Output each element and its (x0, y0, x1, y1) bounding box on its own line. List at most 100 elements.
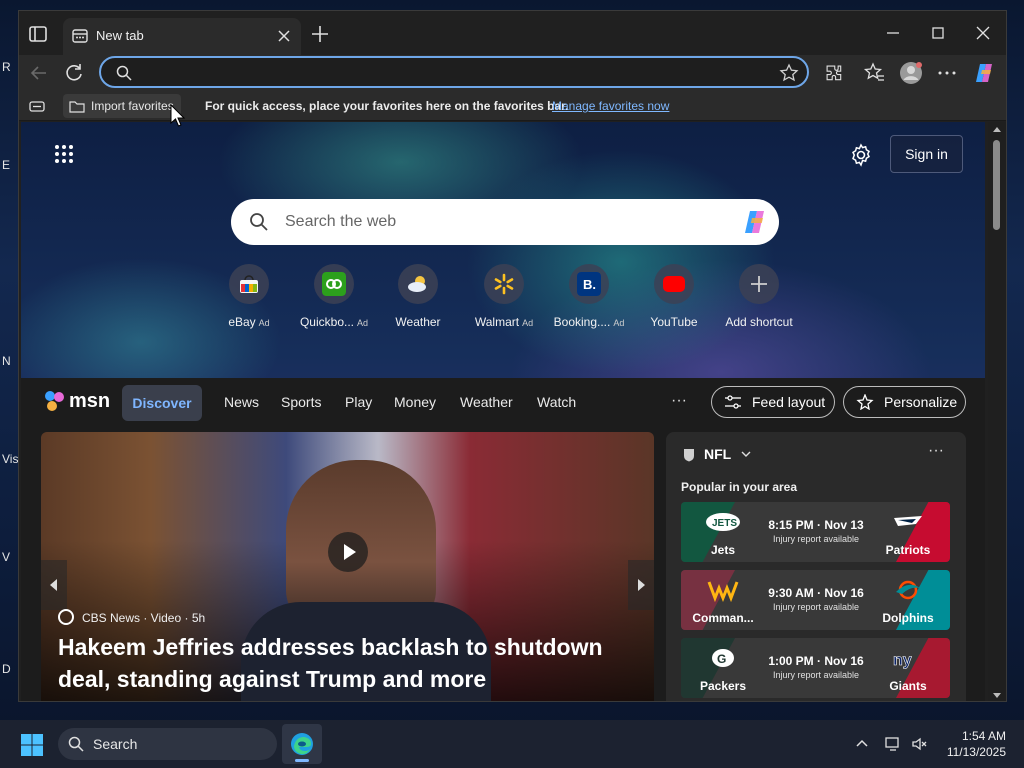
app-launcher-grid-icon[interactable] (53, 143, 75, 165)
feed-layout-button[interactable]: Feed layout (711, 386, 835, 418)
msn-logo[interactable]: msn (43, 387, 113, 415)
shortcut-quickbooks[interactable]: Quickbo... Ad (289, 262, 379, 332)
back-arrow-icon[interactable] (27, 61, 51, 85)
mouse-pointer-icon (170, 104, 186, 127)
game-time: 8:15 PM · Nov 13 (768, 518, 864, 532)
nfl-title[interactable]: NFL (704, 446, 731, 462)
scroll-up-icon[interactable] (992, 125, 1002, 133)
hero-news-card[interactable]: CBS News · Video · 5h Hakeem Jeffries ad… (41, 432, 654, 701)
team-name-left: Comman... (692, 611, 754, 625)
address-bar[interactable] (99, 56, 809, 88)
web-search-box[interactable] (231, 199, 779, 245)
web-search-input[interactable] (285, 211, 705, 233)
taskbar: Search 1:54 AM 11/13/2025 (0, 720, 1024, 768)
ad-badge: Ad (613, 318, 625, 328)
tab-new-tab[interactable]: New tab (63, 18, 301, 55)
tab-sports[interactable]: Sports (281, 394, 321, 410)
giants-logo-icon: ny (893, 652, 912, 670)
weather-icon (408, 276, 426, 292)
scrollbar-thumb[interactable] (993, 140, 1000, 230)
close-tab-icon[interactable] (275, 27, 293, 45)
minimize-icon[interactable] (881, 21, 905, 45)
more-options-icon[interactable] (935, 61, 959, 85)
chevron-down-icon[interactable] (740, 448, 752, 460)
shortcut-label-row: Add shortcut (714, 315, 804, 329)
tab-money[interactable]: Money (394, 394, 436, 410)
favorites-icon[interactable] (863, 61, 887, 85)
desktop-label: E (2, 158, 11, 172)
news-headline[interactable]: Hakeem Jeffries addresses backlash to sh… (58, 631, 628, 695)
windows-start-icon[interactable] (20, 733, 44, 757)
tab-discover[interactable]: Discover (122, 385, 202, 421)
system-clock[interactable]: 1:54 AM 11/13/2025 (947, 728, 1006, 760)
tab-actions-icon[interactable] (27, 23, 49, 45)
shortcut-label: YouTube (650, 315, 698, 329)
play-video-icon[interactable] (328, 532, 368, 572)
copilot-icon[interactable] (972, 61, 996, 85)
nfl-shield-icon (684, 449, 694, 462)
new-tab-plus-icon[interactable] (309, 23, 331, 45)
nfl-more-button[interactable]: ··· (928, 442, 944, 460)
scroll-down-icon[interactable] (992, 692, 1002, 700)
svg-text:ny: ny (893, 652, 912, 669)
booking-icon: B. (577, 272, 601, 296)
network-display-icon[interactable] (885, 736, 901, 752)
extensions-icon[interactable] (822, 61, 846, 85)
tab-watch[interactable]: Watch (537, 394, 576, 410)
page-scrollbar[interactable] (988, 122, 1006, 701)
shortcut-weather[interactable]: Weather (373, 262, 463, 332)
manage-favorites-link[interactable]: Manage favorites now (552, 99, 669, 113)
commanders-logo-icon (707, 581, 739, 602)
close-window-icon[interactable] (971, 21, 995, 45)
nfl-game-card[interactable]: JETS 8:15 PM · Nov 13 Injury report avai… (681, 502, 950, 562)
carousel-prev-icon[interactable] (41, 560, 67, 610)
address-input[interactable] (145, 62, 745, 82)
add-shortcut-button[interactable]: Add shortcut (714, 262, 804, 332)
profile-avatar-icon[interactable] (899, 61, 923, 85)
settings-gear-icon[interactable] (849, 143, 873, 167)
shortcut-label-row: Walmart Ad (459, 315, 549, 329)
svg-text:JETS: JETS (712, 518, 737, 529)
ad-badge: Ad (357, 318, 369, 328)
desktop-label: R (2, 60, 11, 74)
chevron-up-icon[interactable] (854, 736, 870, 752)
copilot-icon[interactable] (741, 207, 771, 237)
shortcut-youtube[interactable]: YouTube (629, 262, 719, 332)
sign-in-button[interactable]: Sign in (890, 135, 963, 173)
youtube-icon (663, 276, 685, 292)
shortcut-tile (314, 264, 354, 304)
reading-view-icon[interactable] (28, 97, 46, 115)
nfl-game-card[interactable]: 9:30 AM · Nov 16 Injury report available… (681, 570, 950, 630)
tab-news[interactable]: News (224, 394, 259, 410)
import-favorites-button[interactable]: Import favorites (63, 94, 181, 118)
feed-more-button[interactable]: ··· (671, 392, 687, 410)
carousel-next-icon[interactable] (628, 560, 654, 610)
news-source: CBS News · Video · 5h (82, 611, 206, 625)
refresh-icon[interactable] (62, 61, 86, 85)
taskbar-search-box[interactable]: Search (58, 728, 277, 760)
msn-logo-text: msn (69, 390, 111, 412)
personalize-button[interactable]: Personalize (843, 386, 966, 418)
shortcut-booking[interactable]: B. Booking.... Ad (544, 262, 634, 332)
folder-icon (69, 101, 85, 113)
maximize-icon[interactable] (926, 21, 950, 45)
quickbooks-icon (322, 272, 346, 296)
taskbar-edge-button[interactable] (282, 724, 322, 764)
add-favorite-star-icon[interactable] (779, 63, 799, 83)
shortcut-label: Quickbo... (299, 315, 354, 329)
search-icon (68, 736, 84, 752)
shortcut-label-row: Weather (373, 315, 463, 329)
speaker-muted-icon[interactable] (911, 736, 927, 752)
shortcut-label-row: eBay Ad (204, 315, 294, 329)
shortcut-walmart[interactable]: Walmart Ad (459, 262, 549, 332)
shortcut-label: Add shortcut (725, 315, 793, 329)
edge-browser-icon (291, 733, 313, 755)
tab-play[interactable]: Play (345, 394, 372, 410)
team-name-right: Giants (889, 679, 927, 693)
shortcut-tile (398, 264, 438, 304)
msn-feed: CBS News · Video · 5h Hakeem Jeffries ad… (21, 428, 985, 701)
shortcut-ebay[interactable]: eBay Ad (204, 262, 294, 332)
tab-weather[interactable]: Weather (460, 394, 513, 410)
game-time: 1:00 PM · Nov 16 (768, 654, 864, 668)
nfl-game-card[interactable]: G ny 1:00 PM · Nov 16 Injury report avai… (681, 638, 950, 698)
